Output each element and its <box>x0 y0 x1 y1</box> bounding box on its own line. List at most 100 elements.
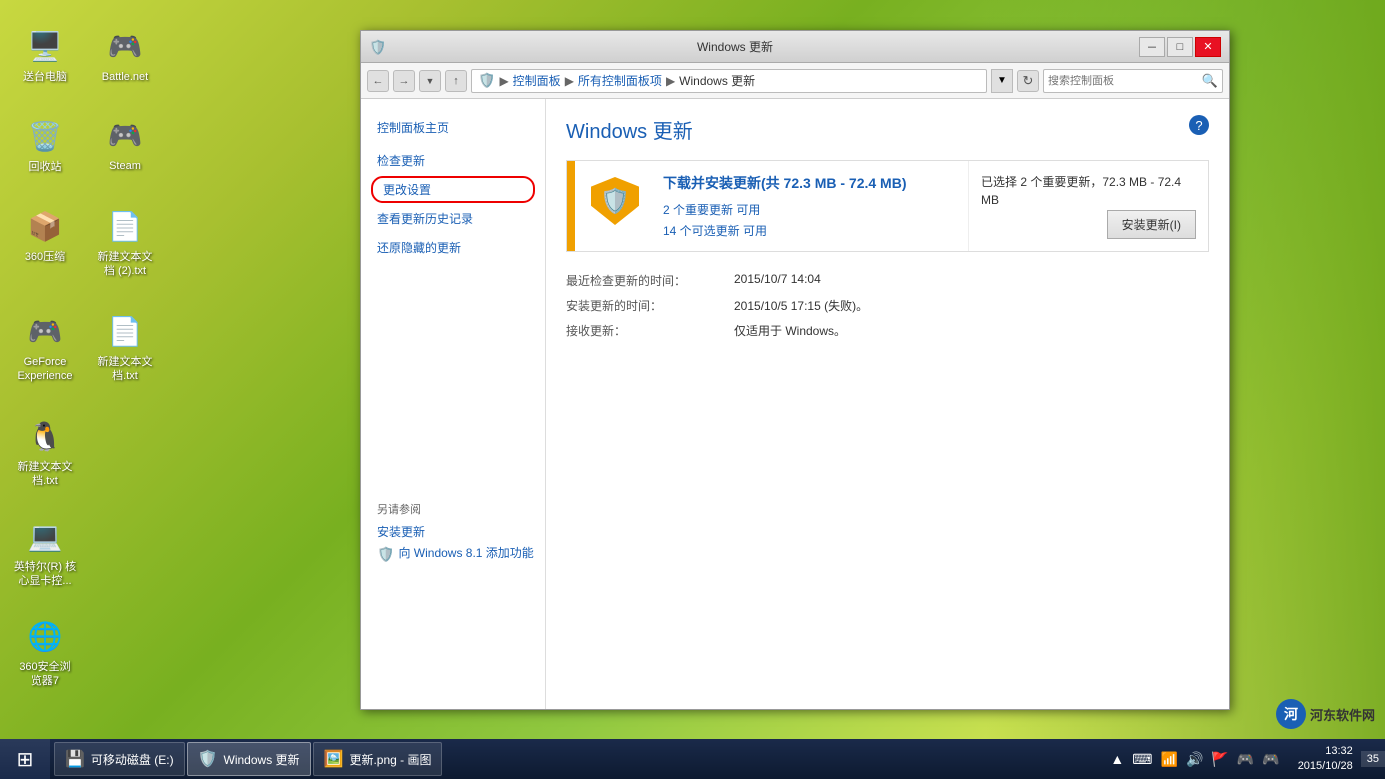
clock-date: 2015/10/28 <box>1298 759 1353 774</box>
tray-keyboard[interactable]: ⌨ <box>1130 749 1154 770</box>
taskbar-clock[interactable]: 13:32 2015/10/28 <box>1290 744 1361 775</box>
ie360-icon-label: 360安全浏览器7 <box>19 660 70 689</box>
desktop-icon-battlenet[interactable]: 🎮 Battle.net <box>85 20 165 90</box>
tray-volume[interactable]: 🔊 <box>1184 749 1205 770</box>
tray-network[interactable]: 📶 <box>1159 749 1180 770</box>
shield-icon: 🛡️ <box>591 177 639 225</box>
content-area: Windows 更新 ? 🛡️ 下载并安装更新(共 72.3 MB - 72.4… <box>546 99 1229 709</box>
update-main-title: 下载并安装更新(共 72.3 MB - 72.4 MB) <box>663 173 960 193</box>
tray-show-hidden[interactable]: ▲ <box>1108 749 1126 769</box>
also-see-title: 另请参阅 <box>361 501 545 517</box>
taskbar-item-removable[interactable]: 💾 可移动磁盘 (E:) <box>54 742 185 776</box>
last-check-label: 最近检查更新的时间： <box>566 272 726 289</box>
taskbar-item-removable-label: 可移动磁盘 (E:) <box>91 751 174 768</box>
computer-icon: 🖥️ <box>25 26 65 66</box>
sidebar-link-change[interactable]: 更改设置 <box>371 176 535 203</box>
sidebar-link-check[interactable]: 检查更新 <box>361 147 545 174</box>
start-icon: ⊞ <box>17 747 34 772</box>
desktop-icon-computer[interactable]: 🖥️ 送台电脑 <box>5 20 85 90</box>
search-box[interactable]: 🔍 <box>1043 69 1223 93</box>
content-header: Windows 更新 ? <box>566 115 1209 144</box>
sidebar-add-features[interactable]: 🛡️ 向 Windows 8.1 添加功能 <box>361 544 545 565</box>
path-control-panel[interactable]: 控制面板 <box>513 72 561 89</box>
tray-action-center[interactable]: 🚩 <box>1209 749 1230 770</box>
path-dropdown-button[interactable]: ▼ <box>991 69 1013 93</box>
intel-icon: 💻 <box>25 516 65 556</box>
path-all-items[interactable]: 所有控制面板项 <box>578 72 662 89</box>
forward-button[interactable]: → <box>393 70 415 92</box>
update-links: 2 个重要更新 可用 <box>663 201 960 218</box>
minimize-button[interactable]: － <box>1139 37 1165 57</box>
receive-updates-value: 仅适用于 Windows。 <box>734 322 1209 339</box>
360zip-icon: 📦 <box>25 206 65 246</box>
start-button[interactable]: ⊞ <box>0 739 50 779</box>
desktop-icon-qq[interactable]: 🐧 新建文本文 档.txt <box>5 410 85 495</box>
search-input[interactable] <box>1048 75 1202 87</box>
desktop: 🖥️ 送台电脑 🎮 Battle.net 🗑️ 回收站 🎮 Steam 📦 36… <box>0 0 1385 779</box>
system-tray: ▲ ⌨ 📶 🔊 🚩 🎮 🎮 <box>1100 749 1289 770</box>
desktop-icon-newtxt2[interactable]: 📄 新建文本文档 (2).txt <box>85 200 165 285</box>
help-icon[interactable]: ? <box>1189 115 1209 135</box>
qq-icon-label: 新建文本文 档.txt <box>11 460 79 489</box>
update-panel-right: 已选择 2 个重要更新，72.3 MB - 72.4 MB 安装更新(I) <box>968 161 1208 251</box>
refresh-button[interactable]: ↻ <box>1017 70 1039 92</box>
tray-nvidia[interactable]: 🎮 <box>1235 749 1256 770</box>
watermark-text: 河东软件网 <box>1310 705 1375 724</box>
battlenet-icon: 🎮 <box>105 26 145 66</box>
desktop-icon-newtxt[interactable]: 📄 新建文本文档.txt <box>85 305 165 390</box>
important-updates-link[interactable]: 2 个重要更新 可用 <box>663 201 760 218</box>
desktop-icon-ie360[interactable]: 🌐 360安全浏览器7 <box>5 610 85 695</box>
newtxt2-icon: 📄 <box>105 206 145 246</box>
battlenet-icon-label: Battle.net <box>102 70 148 84</box>
recycle-icon-label: 回收站 <box>29 160 62 174</box>
install-time-label: 安装更新的时间： <box>566 297 726 314</box>
optional-updates-link[interactable]: 14 个可选更新 可用 <box>663 222 767 239</box>
newtxt-icon: 📄 <box>105 311 145 351</box>
dropdown-button[interactable]: ▼ <box>419 70 441 92</box>
add-features-shield-icon: 🛡️ <box>377 546 394 563</box>
close-button[interactable]: ✕ <box>1195 37 1221 57</box>
taskbar-date-badge[interactable]: 35 <box>1361 751 1385 767</box>
dialog-title: Windows 更新 <box>391 38 1079 55</box>
removable-disk-icon: 💾 <box>65 749 85 769</box>
up-button[interactable]: ↑ <box>445 70 467 92</box>
360zip-icon-label: 360压缩 <box>25 250 65 264</box>
desktop-icon-geforce[interactable]: 🎮 GeForceExperience <box>5 305 85 390</box>
desktop-icon-steam[interactable]: 🎮 Steam <box>85 109 165 179</box>
last-check-value: 2015/10/7 14:04 <box>734 272 1209 289</box>
search-icon: 🔍 <box>1202 73 1218 89</box>
maximize-button[interactable]: □ <box>1167 37 1193 57</box>
back-button[interactable]: ← <box>367 70 389 92</box>
path-current: Windows 更新 <box>679 72 755 89</box>
sidebar-link-history[interactable]: 查看更新历史记录 <box>361 205 545 232</box>
install-time-value: 2015/10/5 17:15 (失败)。 <box>734 297 1209 314</box>
watermark: 河 河东软件网 <box>1276 699 1375 729</box>
address-path[interactable]: 🛡️ ▶ 控制面板 ▶ 所有控制面板项 ▶ Windows 更新 <box>471 69 987 93</box>
update-panel: 🛡️ 下载并安装更新(共 72.3 MB - 72.4 MB) 2 个重要更新 … <box>566 160 1209 252</box>
update-panel-icon-area: 🛡️ <box>575 161 655 251</box>
desktop-icon-360zip[interactable]: 📦 360压缩 <box>5 200 85 270</box>
taskbar-item-winupdate[interactable]: 🛡️ Windows 更新 <box>187 742 311 776</box>
taskbar-items: 💾 可移动磁盘 (E:) 🛡️ Windows 更新 🖼️ 更新.png - 画… <box>50 742 1100 776</box>
receive-updates-label: 接收更新： <box>566 322 726 339</box>
taskbar-item-paint[interactable]: 🖼️ 更新.png - 画图 <box>313 742 443 776</box>
newtxt-icon-label: 新建文本文档.txt <box>98 355 153 384</box>
tray-steam[interactable]: 🎮 <box>1260 749 1281 770</box>
info-grid: 最近检查更新的时间： 2015/10/7 14:04 安装更新的时间： 2015… <box>566 272 1209 339</box>
taskbar-item-paint-label: 更新.png - 画图 <box>349 751 431 768</box>
geforce-icon-label: GeForceExperience <box>17 355 72 384</box>
ie360-icon: 🌐 <box>25 616 65 656</box>
sidebar-link-main[interactable]: 控制面板主页 <box>361 114 545 141</box>
desktop-icon-recycle[interactable]: 🗑️ 回收站 <box>5 110 85 180</box>
steam-icon-label: Steam <box>109 159 141 173</box>
watermark-logo: 河 <box>1276 699 1306 729</box>
sidebar-link-restore[interactable]: 还原隐藏的更新 <box>361 234 545 261</box>
geforce-icon: 🎮 <box>25 311 65 351</box>
install-updates-button[interactable]: 安装更新(I) <box>1107 210 1196 239</box>
clock-time: 13:32 <box>1298 744 1353 759</box>
desktop-icon-intel[interactable]: 💻 英特尔(R) 核心显卡控... <box>5 510 85 595</box>
path-separator-3: ▶ <box>666 74 675 88</box>
update-panel-accent <box>567 161 575 251</box>
sidebar-add-features-link[interactable]: 向 Windows 8.1 添加功能 <box>398 544 533 561</box>
sidebar-install-link[interactable]: 安装更新 <box>361 523 545 540</box>
